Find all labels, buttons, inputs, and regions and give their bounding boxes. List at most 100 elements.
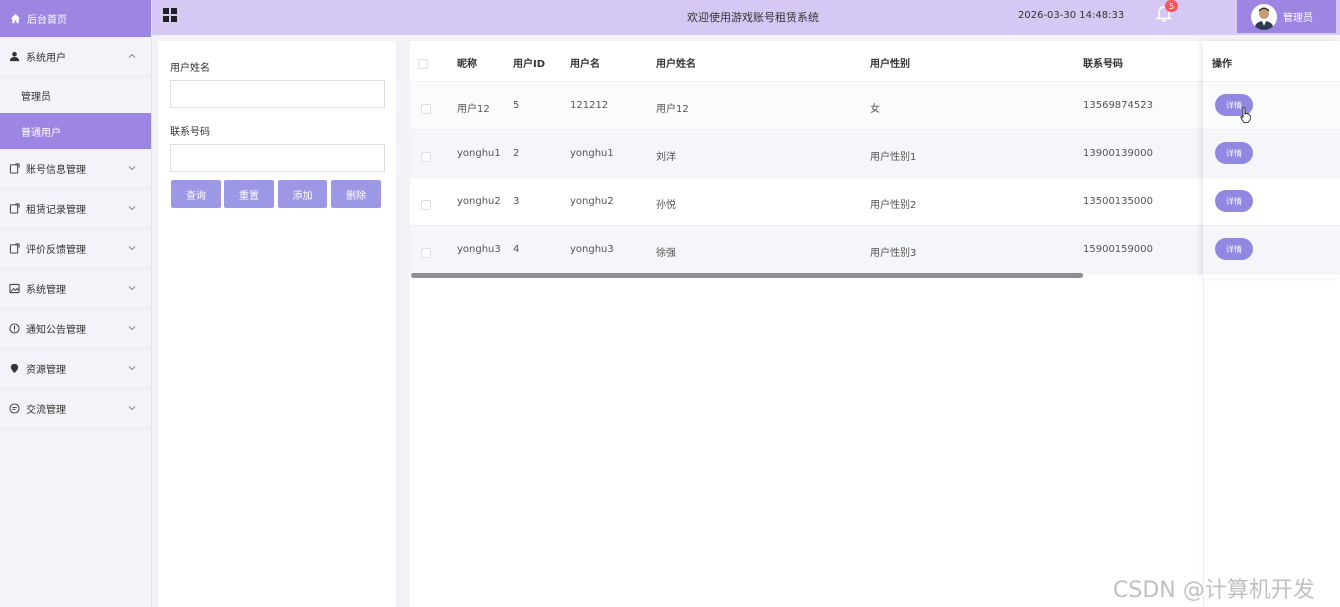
sidebar-item-label: 管理员 — [21, 91, 51, 103]
row-checkbox[interactable] — [421, 152, 431, 162]
horizontal-scrollbar[interactable] — [411, 273, 1083, 278]
image-icon — [9, 283, 20, 294]
detail-button[interactable]: 详情 — [1215, 142, 1253, 164]
chevron-down-icon — [128, 366, 136, 371]
location-icon — [10, 363, 19, 374]
phone-search-input[interactable] — [170, 144, 385, 172]
cell-nickname: yonghu2 — [457, 196, 501, 207]
row-checkbox[interactable] — [421, 200, 431, 210]
cell-gender: 用户性别1 — [870, 152, 917, 163]
sidebar-group-label: 评价反馈管理 — [26, 245, 86, 256]
cell-nickname: yonghu3 — [457, 244, 501, 255]
sidebar-group-label: 资源管理 — [26, 365, 66, 376]
cell-user-id: 2 — [513, 148, 520, 159]
cell-username: yonghu2 — [570, 196, 614, 207]
detail-button[interactable]: 详情 — [1215, 190, 1253, 212]
chevron-down-icon — [128, 246, 136, 251]
fixed-column-divider — [1203, 278, 1204, 607]
column-header: 用户性别 — [870, 59, 910, 70]
cell-gender: 用户性别3 — [870, 248, 917, 259]
current-datetime: 2026-03-30 14:48:33 — [1018, 10, 1125, 21]
cell-username: yonghu3 — [570, 244, 614, 255]
table-header: 昵称 用户ID 用户名 用户姓名 用户性别 联系号码 操作 — [410, 41, 1340, 82]
sidebar-group-notices[interactable]: 通知公告管理 — [0, 309, 151, 349]
column-header: 操作 — [1212, 59, 1232, 70]
name-field-label: 用户姓名 — [170, 63, 210, 74]
sidebar-group-label: 系统用户 — [26, 53, 66, 64]
user-name: 管理员 — [1283, 13, 1313, 24]
home-icon — [10, 13, 21, 24]
sidebar-home[interactable]: 后台首页 — [0, 0, 151, 37]
cell-nickname: 用户12 — [457, 104, 490, 115]
info-icon — [9, 323, 20, 334]
cell-realname: 徐强 — [656, 248, 676, 259]
phone-field-label: 联系号码 — [170, 127, 210, 138]
sidebar-group-rental-records[interactable]: 租赁记录管理 — [0, 189, 151, 229]
row-checkbox[interactable] — [421, 248, 431, 258]
system-title: 欢迎使用游戏账号租赁系统 — [687, 11, 819, 24]
cell-realname: 刘洋 — [656, 152, 676, 163]
cell-gender: 用户性别2 — [870, 200, 917, 211]
cell-phone: 15900159000 — [1083, 244, 1153, 255]
top-header: 欢迎使用游戏账号租赁系统 2026-03-30 14:48:33 5 管理员 — [152, 0, 1340, 35]
sidebar: 后台首页 系统用户 管理员 普通用户 账号信息管理 租赁记录管理 评价反馈管理 … — [0, 0, 152, 607]
mouse-pointer-icon — [1240, 107, 1251, 123]
add-button[interactable]: 添加 — [278, 180, 327, 208]
sidebar-group-label: 通知公告管理 — [26, 325, 86, 336]
sidebar-group-account-info[interactable]: 账号信息管理 — [0, 149, 151, 189]
user-menu[interactable]: 管理员 — [1237, 0, 1336, 33]
doc-icon — [9, 163, 20, 174]
sidebar-group-label: 交流管理 — [26, 405, 66, 416]
sidebar-item-normal-users[interactable]: 普通用户 — [0, 113, 151, 149]
sidebar-group-system-users[interactable]: 系统用户 — [0, 37, 151, 77]
cell-gender: 女 — [870, 104, 880, 115]
sidebar-group-label: 系统管理 — [26, 285, 66, 296]
table-row: yonghu2 3 yonghu2 孙悦 用户性别2 13500135000 详… — [410, 178, 1340, 226]
sidebar-home-label: 后台首页 — [27, 15, 67, 26]
menu-grid-icon[interactable] — [162, 7, 178, 23]
cell-username: yonghu1 — [570, 148, 614, 159]
query-button[interactable]: 查询 — [171, 180, 221, 208]
cell-phone: 13900139000 — [1083, 148, 1153, 159]
column-header: 用户ID — [513, 59, 546, 70]
cell-realname: 孙悦 — [656, 200, 676, 211]
chevron-down-icon — [128, 326, 136, 331]
cell-phone: 13569874523 — [1083, 100, 1153, 111]
column-header: 联系号码 — [1083, 59, 1123, 70]
select-all-checkbox[interactable] — [418, 59, 428, 69]
sidebar-group-resources[interactable]: 资源管理 — [0, 349, 151, 389]
doc-icon — [9, 243, 20, 254]
cell-nickname: yonghu1 — [457, 148, 501, 159]
user-icon — [9, 51, 20, 62]
cell-phone: 13500135000 — [1083, 196, 1153, 207]
chevron-down-icon — [128, 206, 136, 211]
avatar — [1251, 3, 1277, 30]
chevron-down-icon — [128, 286, 136, 291]
sidebar-group-communication[interactable]: 交流管理 — [0, 389, 151, 429]
reset-button[interactable]: 重置 — [224, 180, 274, 208]
column-header: 用户姓名 — [656, 59, 696, 70]
sidebar-item-admin[interactable]: 管理员 — [0, 77, 151, 113]
chevron-down-icon — [128, 406, 136, 411]
sidebar-group-label: 租赁记录管理 — [26, 205, 86, 216]
column-header: 昵称 — [457, 59, 477, 70]
sidebar-item-label: 普通用户 — [21, 127, 61, 139]
sidebar-group-label: 账号信息管理 — [26, 165, 86, 176]
sidebar-group-feedback[interactable]: 评价反馈管理 — [0, 229, 151, 269]
table-row: yonghu1 2 yonghu1 刘洋 用户性别1 13900139000 详… — [410, 130, 1340, 178]
cell-realname: 用户12 — [656, 104, 689, 115]
table-row: yonghu3 4 yonghu3 徐强 用户性别3 15900159000 详… — [410, 226, 1340, 274]
cell-user-id: 3 — [513, 196, 520, 207]
chevron-down-icon — [128, 166, 136, 171]
name-search-input[interactable] — [170, 80, 385, 108]
notification-badge: 5 — [1165, 0, 1178, 12]
sidebar-group-system-management[interactable]: 系统管理 — [0, 269, 151, 309]
watermark: CSDN @计算机开发 — [1113, 578, 1315, 603]
column-header: 用户名 — [570, 59, 600, 70]
delete-button[interactable]: 删除 — [331, 180, 381, 208]
row-checkbox[interactable] — [421, 104, 431, 114]
cell-user-id: 5 — [513, 100, 520, 111]
table-row: 用户12 5 121212 用户12 女 13569874523 详情 — [410, 82, 1340, 130]
search-panel: 用户姓名 联系号码 查询 重置 添加 删除 — [158, 41, 396, 607]
detail-button[interactable]: 详情 — [1215, 238, 1253, 260]
